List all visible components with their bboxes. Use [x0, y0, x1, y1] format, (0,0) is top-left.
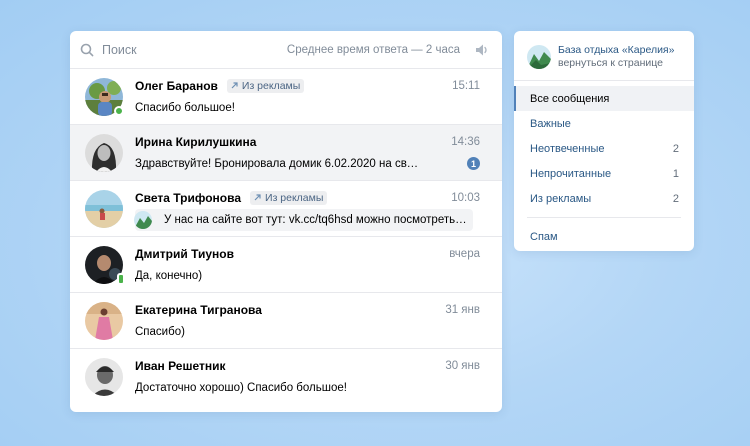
filter-label: Все сообщения [530, 92, 610, 105]
filter-label: Спам [530, 230, 558, 243]
message-time: 30 янв [445, 360, 480, 372]
message-preview: Спасибо большое! [135, 101, 235, 114]
avatar [85, 301, 123, 340]
filter-important[interactable]: Важные [514, 111, 694, 136]
contact-name[interactable]: Екатерина Тигранова [135, 303, 262, 317]
external-arrow-icon [230, 81, 239, 90]
filter-unanswered[interactable]: Неотвеченные 2 [514, 136, 694, 161]
avatar [85, 133, 123, 172]
filters-panel: База отдыха «Карелия» вернуться к страни… [514, 31, 694, 251]
conversation-row[interactable]: Света Трифонова Из рекламы 10:03 У нас н… [70, 181, 502, 237]
avatar [85, 189, 123, 228]
average-response-time: Среднее время ответа — 2 часа [286, 43, 460, 56]
ad-source-badge: Из рекламы [250, 190, 328, 205]
ad-source-label: Из рекламы [241, 79, 301, 92]
avatar-image [85, 133, 123, 172]
contact-name[interactable]: Ирина Кирилушкина [135, 135, 256, 149]
ad-source-badge: Из рекламы [226, 78, 305, 93]
message-time: 15:11 [452, 79, 480, 92]
message-time: 31 янв [445, 303, 480, 316]
filter-count: 2 [672, 142, 679, 155]
conversation-row[interactable]: Ирина Кирилушкина 14:36 Здравствуйте! Бр… [70, 125, 502, 181]
contact-name[interactable]: Иван Решетник [135, 359, 226, 373]
search-input[interactable]: Поиск [102, 43, 287, 57]
message-preview: Достаточно хорошо) Спасибо большое! [135, 382, 347, 394]
message-preview: Спасибо) [135, 325, 185, 338]
avatar [85, 77, 124, 116]
avatar-image [85, 301, 123, 340]
online-status-icon [114, 105, 124, 116]
community-header[interactable]: База отдыха «Карелия» вернуться к страни… [514, 31, 694, 81]
message-preview: Здравствуйте! Бронировала домик 6.02.202… [135, 157, 419, 170]
conversation-row[interactable]: Екатерина Тигранова 31 янв Спасибо) [70, 293, 502, 349]
conversations-panel: Поиск Среднее время ответа — 2 часа Олег… [70, 31, 502, 412]
mobile-online-icon [117, 272, 125, 285]
community-avatar [134, 210, 152, 229]
filter-label: Неотвеченные [530, 142, 605, 155]
ad-source-label: Из рекламы [265, 191, 324, 204]
conversation-row[interactable]: Иван Решетник 30 янв Достаточно хорошо) … [70, 349, 502, 405]
filter-all-messages[interactable]: Все сообщения [514, 86, 694, 111]
menu-divider [527, 217, 681, 218]
speaker-icon[interactable] [474, 43, 490, 57]
conversation-row[interactable]: Дмитрий Тиунов вчера Да, конечно) [70, 237, 502, 293]
filter-count: 1 [672, 167, 679, 180]
message-preview: Да, конечно) [135, 269, 203, 282]
search-bar[interactable]: Поиск Среднее время ответа — 2 часа [70, 31, 502, 69]
search-icon [80, 43, 94, 57]
message-time: вчера [449, 247, 480, 260]
filter-menu: Все сообщения Важные Неотвеченные 2 Непр… [514, 81, 694, 249]
filter-label: Из рекламы [530, 192, 592, 205]
avatar-image [85, 189, 123, 228]
filter-spam[interactable]: Спам [514, 224, 694, 249]
avatar [85, 358, 123, 396]
filter-label: Непрочитанные [530, 167, 612, 180]
unread-counter: 1 [467, 157, 480, 170]
contact-name[interactable]: Олег Баранов [135, 79, 218, 93]
message-time: 14:36 [451, 135, 480, 148]
community-reply: У нас на сайте вот тут: vk.cc/tq6hsd мож… [134, 208, 473, 231]
contact-name[interactable]: Света Трифонова [135, 191, 241, 205]
filter-from-ads[interactable]: Из рекламы 2 [514, 186, 694, 211]
filter-unread[interactable]: Непрочитанные 1 [514, 161, 694, 186]
community-name[interactable]: База отдыха «Карелия» [558, 44, 674, 57]
contact-name[interactable]: Дмитрий Тиунов [135, 247, 234, 261]
message-preview: У нас на сайте вот тут: vk.cc/tq6hsd мож… [164, 213, 467, 226]
filter-label: Важные [530, 117, 571, 130]
avatar-image [85, 358, 123, 396]
community-avatar[interactable] [527, 44, 551, 69]
external-arrow-icon [253, 193, 262, 202]
back-to-page-link[interactable]: вернуться к странице [558, 57, 674, 70]
message-time: 10:03 [451, 191, 480, 204]
avatar [85, 245, 125, 285]
conversation-row[interactable]: Олег Баранов Из рекламы 15:11 Спасибо бо… [70, 69, 502, 125]
filter-count: 2 [672, 192, 679, 205]
